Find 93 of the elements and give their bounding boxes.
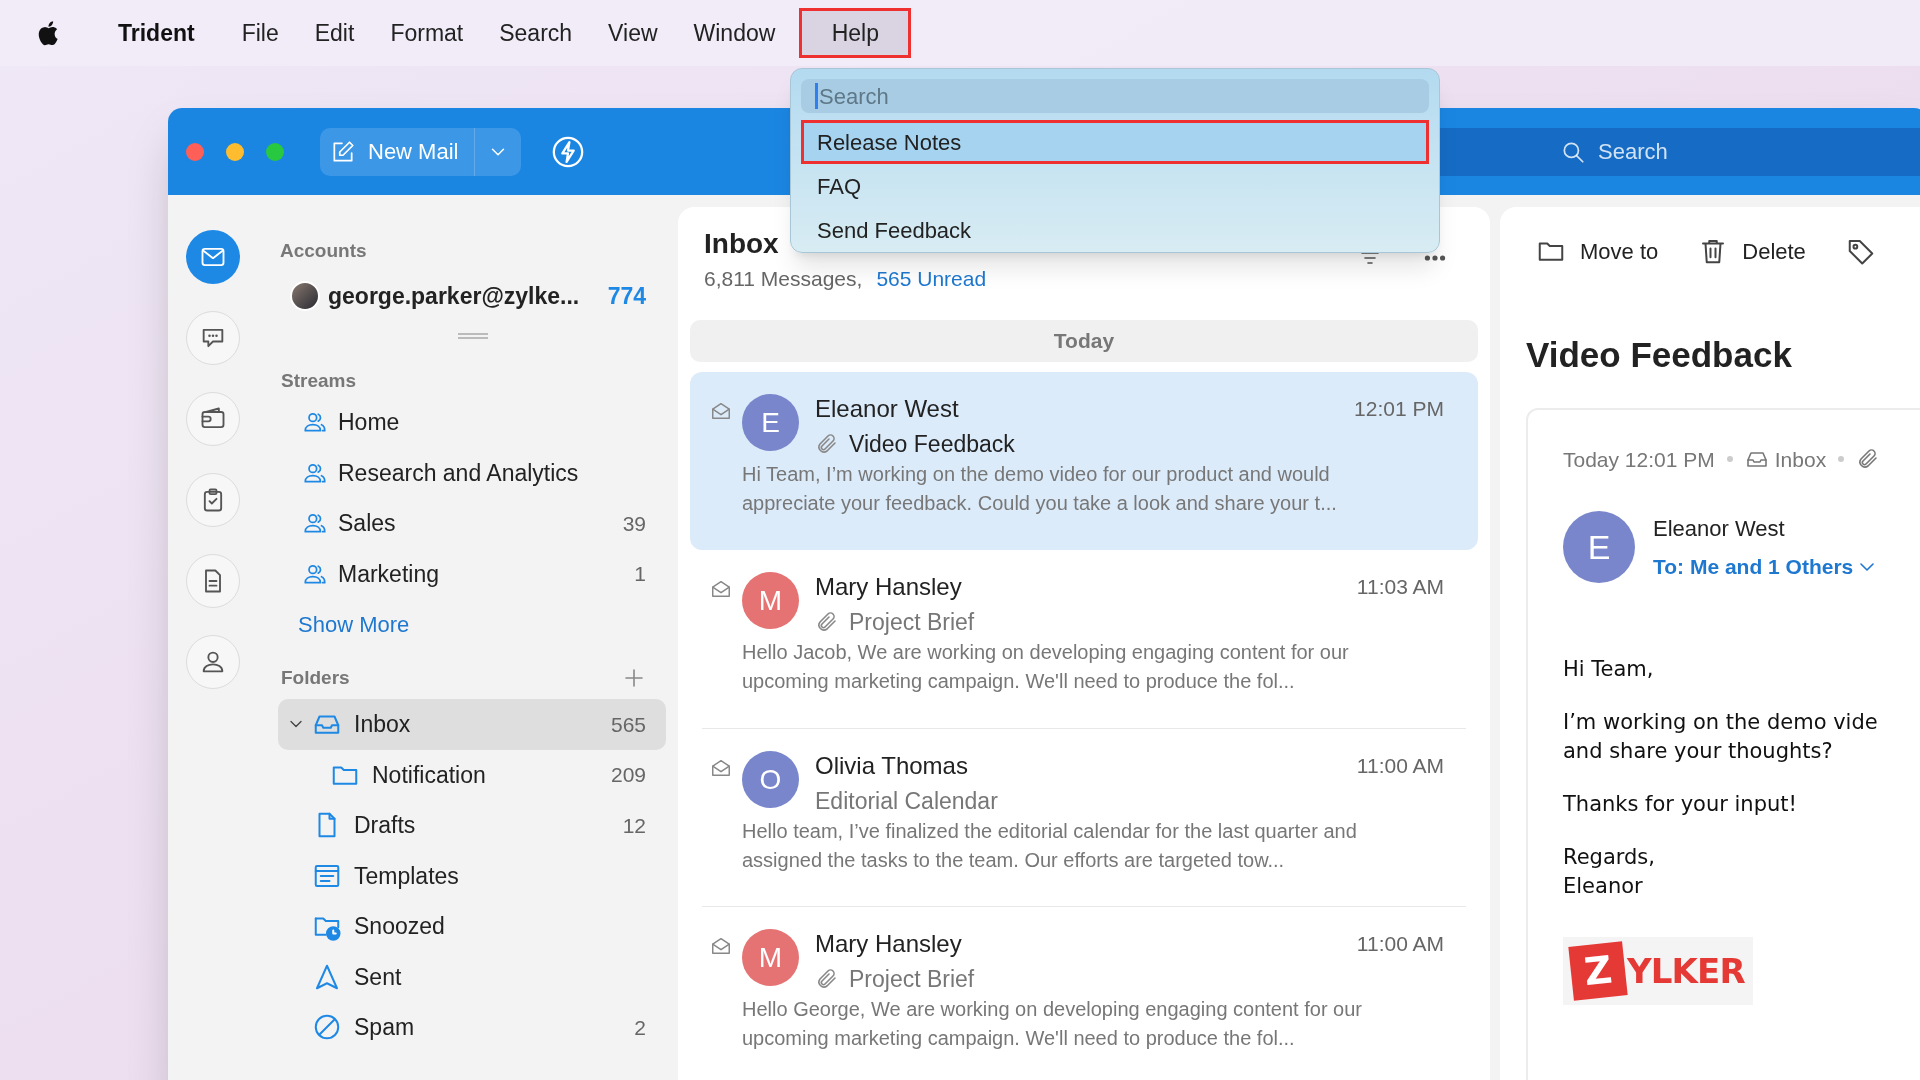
message-row[interactable]: M Mary Hansley 11:03 AM Project Brief Hello Jacob, We are working on developing engaging content for our upcoming marketing campaign. We'll need to produce the fol... (702, 550, 1466, 728)
text-cursor (815, 83, 818, 109)
sender-name: Mary Hansley (815, 929, 962, 959)
menu-item[interactable]: Search (484, 11, 588, 55)
folder-item[interactable]: Spam 2 (278, 1002, 666, 1053)
message-time: 11:03 AM (1356, 574, 1444, 601)
envelope-icon (710, 400, 732, 422)
menu-item[interactable]: Window (678, 11, 791, 55)
show-more-link[interactable]: Show More (298, 607, 410, 641)
envelope-icon (710, 578, 732, 600)
item-count: 12 (622, 812, 646, 839)
envelope-icon (710, 757, 732, 779)
menu-item[interactable]: View (593, 11, 673, 55)
message-row[interactable]: M Mary Hansley 11:00 AM Project Brief Hello George, We are working on developing engaging content for our upcoming marketing campaign. We'll need to produce the fol... (702, 906, 1466, 1080)
rail-button[interactable] (186, 635, 240, 689)
section-label: Folders (281, 665, 350, 690)
folder-item[interactable]: Notification 209 (278, 749, 666, 800)
account-name[interactable]: george.parker@zylke... (328, 278, 580, 314)
toolbar-button[interactable]: Move to (1536, 234, 1659, 268)
message-count: 6,811 Messages, (704, 266, 863, 292)
body-text-line: and share your thoughts? (1563, 738, 1834, 765)
message-preview: Hello team, I’ve finalized the editorial calendar for the last quarter and assigned the tasks to the team. Our efforts are targeted tow... (742, 819, 1358, 873)
envelope-icon (710, 935, 732, 957)
folder-item[interactable]: Inbox 565 (278, 699, 666, 750)
menu-item[interactable]: Edit (299, 11, 370, 55)
sender-name: Eleanor West (1653, 514, 1786, 543)
avatar: E (742, 394, 799, 451)
body-text-line: Thanks for your input! (1563, 791, 1798, 818)
menu-item[interactable]: Help (802, 11, 909, 55)
menu-item[interactable]: Trident (104, 11, 209, 55)
message-preview: Hello Jacob, We are working on developing engaging content for our upcoming marketing campaign. We'll need to produce the fol... (742, 640, 1350, 694)
folder-item[interactable]: Templates (278, 850, 666, 901)
message-preview: Hi Team, I’m working on the demo video for our product and would appreciate your feedback. Could you take a look and share your t... (742, 462, 1338, 516)
date-group-header: Today (690, 320, 1478, 362)
compose-icon (330, 138, 356, 165)
unread-link[interactable]: 565 Unread (876, 263, 987, 295)
menu-item[interactable]: Release Notes (801, 120, 1429, 164)
rail-button[interactable] (186, 311, 240, 365)
message-row[interactable]: E Eleanor West 12:01 PM Video Feedback Hi Team, I’m working on the demo video for our product and would appreciate your feedback. Could you take a look and share your t... (690, 372, 1478, 550)
rail-button[interactable] (186, 554, 240, 608)
message-preview: Hello George, We are working on developing engaging content for our upcoming marketing campaign. We'll need to produce the fol... (742, 997, 1364, 1051)
resize-handle[interactable] (458, 333, 488, 339)
lightning-icon[interactable] (551, 134, 586, 169)
item-count: 565 (610, 711, 646, 738)
body-text-line: I’m working on the demo vide (1563, 709, 1879, 736)
avatar: E (1563, 511, 1635, 583)
item-count: 39 (622, 510, 646, 537)
chevron-down-icon (1859, 562, 1876, 571)
company-logo: Z YLKER (1563, 937, 1753, 1005)
avatar: M (742, 572, 799, 629)
stream-item[interactable]: Home (338, 405, 400, 440)
email-subject: Video Feedback (1526, 334, 1793, 376)
item-count: 2 (634, 1014, 646, 1041)
section-label: Accounts (279, 239, 368, 259)
menu-item[interactable]: File (226, 11, 294, 55)
folder-item[interactable]: Sent (278, 951, 666, 1002)
avatar: M (742, 929, 799, 986)
email-folder: Inbox (1774, 446, 1827, 473)
menu-item[interactable]: Send Feedback (801, 208, 1429, 252)
rail-button[interactable] (186, 392, 240, 446)
message-time: 11:00 AM (1356, 931, 1444, 958)
sender-name: Eleanor West (815, 394, 959, 424)
toolbar-button[interactable]: Delete (1698, 234, 1806, 268)
stream-item[interactable]: Sales (338, 506, 396, 541)
rail-button[interactable] (186, 473, 240, 527)
menu-item[interactable]: Format (375, 11, 479, 55)
list-title: Inbox (704, 227, 779, 261)
item-count: 209 (610, 762, 646, 788)
stream-item[interactable]: Marketing (338, 556, 439, 591)
email-date: Today 12:01 PM (1563, 446, 1715, 473)
stream-item[interactable]: Research and Analytics (338, 455, 579, 490)
unread-count: 774 (607, 281, 646, 311)
message-subject: Project Brief (849, 964, 975, 994)
menu-item[interactable]: FAQ (801, 164, 1429, 208)
avatar-icon (290, 281, 320, 311)
body-text-line: Eleanor (1563, 873, 1644, 900)
message-subject: Video Feedback (849, 429, 1015, 459)
item-count: 1 (634, 561, 646, 587)
rail-button[interactable] (186, 230, 240, 284)
message-subject: Editorial Calendar (815, 786, 998, 816)
message-row[interactable]: O Olivia Thomas 11:00 AM Editorial Calendar Hello team, I’ve finalized the editorial calendar for the last quarter and assigned the tasks to the team. Our efforts are targeted tow... (702, 728, 1466, 906)
section-label: Streams (280, 369, 357, 391)
sender-name: Mary Hansley (815, 572, 962, 602)
body-text-line: Regards, (1563, 844, 1656, 871)
recipients-dropdown[interactable]: To: Me and 1 Others (1653, 550, 1876, 583)
sender-name: Olivia Thomas (815, 751, 968, 781)
avatar: O (742, 751, 799, 808)
message-time: 11:00 AM (1356, 753, 1444, 780)
body-text-line: Hi Team, (1563, 656, 1655, 683)
folder-item[interactable]: Drafts 12 (278, 800, 666, 851)
folder-item[interactable]: Snoozed (278, 901, 666, 952)
message-time: 12:01 PM (1354, 396, 1444, 423)
message-subject: Project Brief (849, 607, 975, 637)
